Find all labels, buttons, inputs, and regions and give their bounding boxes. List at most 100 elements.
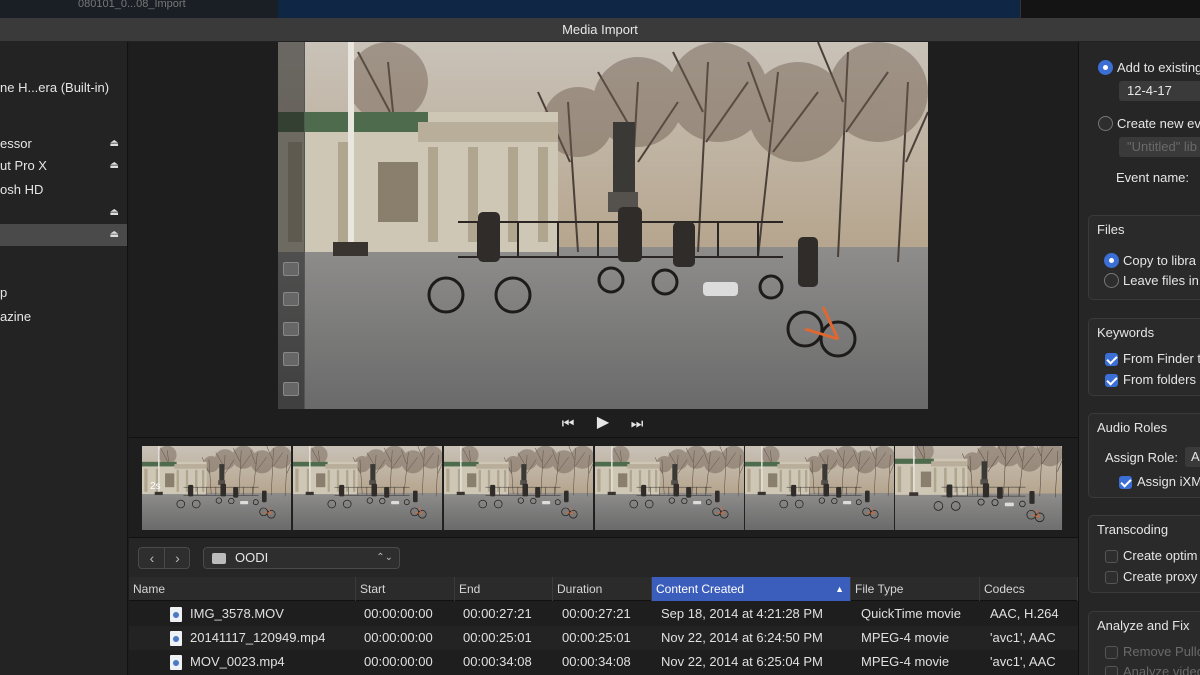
video-frame-image (278, 42, 928, 409)
analyze-title: Analyze and Fix (1097, 618, 1190, 633)
sidebar-item-selected-volume[interactable]: ⏏ (0, 224, 127, 246)
column-header-codecs[interactable]: Codecs (980, 577, 1078, 601)
leave-in-place-radio[interactable] (1104, 273, 1119, 288)
cell-duration: 00:00:27:21 (562, 606, 631, 621)
column-header-start[interactable]: Start (356, 577, 455, 601)
eject-icon[interactable]: ⏏ (110, 133, 119, 155)
angle-thumbnail[interactable] (283, 352, 299, 366)
create-new-label: Create new ev (1117, 116, 1200, 131)
forward-button[interactable]: › (164, 548, 190, 568)
angle-thumbnail[interactable] (283, 292, 299, 306)
filmstrip-frame (444, 446, 594, 530)
column-header-content-created[interactable]: Content Created ▲ (652, 577, 851, 601)
clip-filmstrip[interactable] (129, 437, 1078, 537)
create-proxy-checkbox[interactable] (1105, 571, 1118, 584)
sidebar-item-magazine[interactable]: azine (0, 306, 127, 328)
sidebar-item-label: p (0, 285, 8, 300)
play-icon[interactable]: ▶ (593, 413, 613, 433)
cell-created: Nov 22, 2014 at 6:24:50 PM (661, 630, 823, 645)
copy-to-library-radio[interactable] (1104, 253, 1119, 268)
remove-pulldown-label: Remove Pullo (1123, 644, 1200, 659)
cell-codecs: 'avc1', AAC (990, 630, 1056, 645)
create-new-radio[interactable] (1098, 116, 1113, 131)
add-existing-radio[interactable] (1098, 60, 1113, 75)
cell-duration: 00:00:34:08 (562, 654, 631, 669)
back-button[interactable]: ‹ (139, 548, 165, 568)
sidebar-item-label: essor (0, 136, 32, 151)
next-icon[interactable]: ⏭ (627, 413, 647, 433)
assign-role-popup[interactable]: A (1185, 447, 1200, 467)
previous-icon[interactable]: ⏮ (558, 413, 578, 433)
sidebar-item-folder[interactable]: p (0, 282, 127, 304)
cell-file-type: MPEG-4 movie (861, 630, 950, 645)
assign-ixml-label: Assign iXM (1137, 474, 1200, 489)
analyze-video-label: Analyze video (1123, 664, 1200, 675)
sidebar-item-label: azine (0, 309, 32, 324)
movie-file-icon (170, 655, 182, 670)
window-title: Media Import (0, 18, 1200, 42)
analyze-video-checkbox[interactable] (1105, 666, 1118, 675)
cell-created: Sep 18, 2014 at 4:21:28 PM (661, 606, 823, 621)
table-row[interactable]: 20141117_120949.mp4 00:00:00:00 00:00:25… (129, 626, 1078, 650)
angle-thumbnail[interactable] (283, 322, 299, 336)
eject-icon[interactable]: ⏏ (110, 155, 119, 177)
location-label: OODI (235, 550, 269, 565)
cell-end: 00:00:27:21 (463, 606, 532, 621)
cell-codecs: AAC, H.264 (990, 606, 1059, 621)
from-finder-tags-label: From Finder t (1123, 351, 1200, 366)
files-section: Files Copy to libra Leave files in (1088, 215, 1200, 300)
filmstrip-frame (595, 446, 745, 530)
column-header-file-type[interactable]: File Type (851, 577, 980, 601)
angle-thumbnail[interactable] (283, 262, 299, 276)
eject-icon[interactable]: ⏏ (110, 224, 119, 246)
background-window-strip: 080101_0...08_Import (0, 0, 1200, 18)
sidebar-item-macintosh-hd[interactable]: osh HD (0, 179, 127, 201)
assign-ixml-checkbox[interactable] (1119, 476, 1132, 489)
from-folders-label: From folders (1123, 372, 1196, 387)
cell-created: Nov 22, 2014 at 6:25:04 PM (661, 654, 823, 669)
keywords-section: Keywords From Finder t From folders (1088, 318, 1200, 396)
create-proxy-label: Create proxy (1123, 569, 1198, 584)
sidebar-item-label: ne H...era (Built-in) (0, 80, 110, 95)
audio-roles-title: Audio Roles (1097, 420, 1168, 435)
from-finder-tags-checkbox[interactable] (1105, 353, 1118, 366)
location-popup[interactable]: OODI ⌃⌄ (203, 547, 400, 569)
filmstrip-frame-image (745, 446, 894, 530)
copy-to-library-label: Copy to libra (1123, 253, 1196, 268)
filmstrip-frame (745, 446, 895, 530)
column-header-end[interactable]: End (455, 577, 553, 601)
keywords-title: Keywords (1097, 325, 1155, 340)
sidebar-item-label: osh HD (0, 182, 44, 197)
cell-file-type: MPEG-4 movie (861, 654, 950, 669)
column-header-name[interactable]: Name (129, 577, 356, 601)
background-panel (1020, 0, 1200, 18)
eject-icon[interactable]: ⏏ (110, 202, 119, 224)
filmstrip-frame-image (595, 446, 744, 530)
cell-name: MOV_0023.mp4 (190, 654, 285, 669)
cell-duration: 00:00:25:01 (562, 630, 631, 645)
existing-event-select[interactable]: 12-4-17 (1119, 81, 1200, 101)
files-title: Files (1097, 222, 1125, 237)
video-preview[interactable] (278, 42, 928, 409)
sidebar-item-volume[interactable]: ⏏ (0, 202, 127, 224)
new-event-library-select[interactable]: "Untitled" lib (1119, 137, 1200, 157)
sidebar-item-final-cut[interactable]: ut Pro X ⏏ (0, 155, 127, 177)
remove-pulldown-checkbox[interactable] (1105, 646, 1118, 659)
table-row[interactable]: IMG_3578.MOV 00:00:00:00 00:00:27:21 00:… (129, 602, 1078, 626)
filmstrip-duration-label: 2s (150, 481, 161, 492)
filmstrip-frame-image (293, 446, 442, 530)
column-header-duration[interactable]: Duration (553, 577, 652, 601)
angle-thumbnail[interactable] (283, 382, 299, 396)
event-name-label: Event name: (1116, 170, 1189, 185)
audio-roles-section: Audio Roles Assign Role: A Assign iXM (1088, 413, 1200, 498)
table-row[interactable]: MOV_0023.mp4 00:00:00:00 00:00:34:08 00:… (129, 650, 1078, 674)
leave-in-place-label: Leave files in (1123, 273, 1199, 288)
cell-end: 00:00:34:08 (463, 654, 532, 669)
sidebar-item-camera[interactable]: ne H...era (Built-in) (0, 77, 127, 99)
cell-codecs: 'avc1', AAC (990, 654, 1056, 669)
sidebar-item-compressor[interactable]: essor ⏏ (0, 133, 127, 155)
from-folders-checkbox[interactable] (1105, 374, 1118, 387)
media-list: Name Start End Duration Content Created … (129, 577, 1078, 675)
create-optimized-checkbox[interactable] (1105, 550, 1118, 563)
assign-role-label: Assign Role: (1105, 450, 1178, 465)
